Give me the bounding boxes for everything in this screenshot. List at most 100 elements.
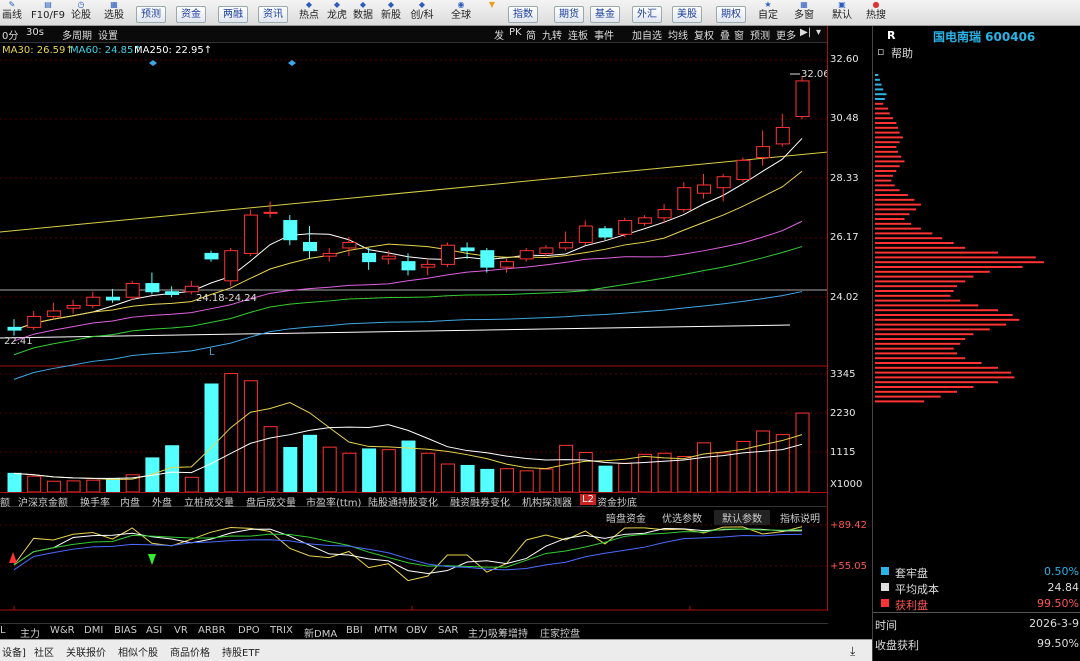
- profit-value: 99.50%: [1037, 597, 1079, 610]
- candle-body: [125, 283, 140, 298]
- tab-dealer-control[interactable]: 庄家控盘: [540, 625, 580, 640]
- candle-body: [775, 126, 790, 145]
- tab-pe-ttm[interactable]: 市盈率(ttm): [306, 494, 361, 509]
- bottom-tab-similar-stock[interactable]: 相似个股: [118, 644, 158, 659]
- trapped-swatch: [881, 567, 889, 575]
- bottom-tab-community[interactable]: 社区: [34, 644, 54, 659]
- chip-bar: [875, 357, 966, 360]
- param-tabs: 暗盘资金 优选参数 默认参数 指标说明: [0, 509, 828, 525]
- candle-body: [362, 252, 377, 263]
- tab-dark-capital[interactable]: 暗盘资金: [606, 510, 646, 525]
- tab-accumulation[interactable]: 主力吸筹增持: [468, 625, 528, 640]
- tab-margin-change[interactable]: 融资融券变化: [450, 494, 510, 509]
- chip-bar: [875, 371, 1012, 374]
- download-icon[interactable]: ⤓: [850, 644, 855, 659]
- chip-bar: [875, 266, 1023, 268]
- tab-sh-sz-amount[interactable]: 沪深京金额: [18, 494, 68, 509]
- close-profit-label: 收盘获利: [875, 639, 919, 652]
- tab-dmi[interactable]: DMI: [84, 625, 103, 636]
- chip-bar: [875, 381, 998, 384]
- volume-bar: [342, 452, 357, 493]
- event-marker-icon: [149, 60, 157, 66]
- tab-bias[interactable]: BIAS: [114, 625, 137, 636]
- legend-profit: 获利盘 99.50%: [873, 596, 1080, 612]
- indicator-axis: +89.42 +55.05: [828, 0, 872, 610]
- tab-inner-vol[interactable]: 内盘: [120, 494, 140, 509]
- tab-bottom-fishing[interactable]: 资金抄底: [597, 494, 637, 509]
- legend-avg-cost: 平均成本 24.84: [873, 580, 1080, 596]
- tab-asi[interactable]: ASI: [146, 625, 162, 636]
- chip-bar: [875, 352, 957, 355]
- volume-bar: [697, 442, 711, 493]
- tab-default-params[interactable]: 默认参数: [714, 510, 770, 525]
- close-profit-value: 99.50%: [1037, 637, 1079, 650]
- chip-bar: [875, 285, 957, 288]
- chip-bar: [875, 189, 900, 192]
- tab-new-dma[interactable]: 新DMA: [304, 625, 337, 640]
- bottom-tab-etf[interactable]: 持股ETF: [222, 644, 260, 659]
- tab-institution[interactable]: 机构探测器: [522, 494, 572, 509]
- chip-bar: [875, 390, 957, 393]
- tab-preferred-params[interactable]: 优选参数: [662, 510, 702, 525]
- volume-bar: [27, 475, 42, 493]
- candle-body: [106, 296, 120, 301]
- candle-body: [86, 296, 101, 306]
- tab-vr[interactable]: VR: [174, 625, 188, 636]
- candle-body: [381, 255, 396, 260]
- tab-dpo[interactable]: DPO: [238, 625, 260, 636]
- candle-body: [677, 187, 692, 211]
- tab-mtm[interactable]: MTM: [374, 625, 397, 636]
- chip-bar: [875, 347, 954, 350]
- tab-outer-vol[interactable]: 外盘: [152, 494, 172, 509]
- tab-sar[interactable]: SAR: [438, 625, 458, 636]
- buy-signal-icon: [9, 552, 17, 563]
- event-marker-icon: [288, 60, 296, 66]
- low-price-label: 22.41: [4, 336, 33, 347]
- legend-trapped: 套牢盘 0.50%: [873, 564, 1080, 580]
- chip-bar: [875, 141, 900, 144]
- bottom-tab-commodity[interactable]: 商品价格: [170, 644, 210, 659]
- tab-after-volume[interactable]: 盘后成交量: [246, 494, 296, 509]
- chip-bar: [875, 333, 974, 336]
- chip-bar: [875, 107, 889, 110]
- chip-bar: [875, 150, 898, 153]
- chip-bar: [875, 131, 900, 134]
- time-value: 2026-3-9: [1029, 617, 1079, 630]
- time-row: 时间 2026-3-9: [873, 613, 1080, 633]
- tab-indicator-help[interactable]: 指标说明: [780, 510, 820, 525]
- tab-trix[interactable]: TRIX: [270, 625, 293, 636]
- tab-obv[interactable]: OBV: [406, 625, 427, 636]
- tab-bbi[interactable]: BBI: [346, 625, 363, 636]
- chip-bar: [875, 98, 885, 100]
- candle-body: [303, 241, 317, 252]
- candle-body: [165, 291, 180, 295]
- candle-body: [66, 304, 81, 309]
- candle-body: [578, 225, 593, 243]
- technical-tabs: L 主力 W&R DMI BIAS ASI VR ARBR DPO TRIX 新…: [0, 623, 828, 640]
- tab-pile-volume[interactable]: 立桩成交量: [184, 494, 234, 509]
- help-icon[interactable]: ▫: [877, 45, 884, 58]
- bottom-tab-device[interactable]: 设备]: [2, 644, 26, 659]
- volume-bar: [657, 452, 672, 493]
- tab-amount[interactable]: 额: [0, 494, 10, 509]
- chip-bar: [875, 309, 998, 312]
- volume-bar: [46, 480, 61, 493]
- ma5-line: [13, 138, 803, 331]
- tab-turnover[interactable]: 换手率: [80, 494, 110, 509]
- chip-bar: [875, 165, 900, 168]
- chip-bar: [875, 146, 897, 148]
- tab-main-force[interactable]: 主力: [20, 625, 40, 640]
- bottom-tab-related-quote[interactable]: 关联报价: [66, 644, 106, 659]
- chip-bar: [875, 400, 925, 403]
- l-marker: L: [209, 347, 215, 358]
- candle-body: [46, 310, 61, 317]
- help-label[interactable]: 帮助: [891, 45, 913, 61]
- volume-bar: [677, 455, 692, 493]
- tab-l[interactable]: L: [0, 625, 6, 636]
- volume-bar: [66, 480, 81, 493]
- candle-body: [756, 146, 771, 159]
- tab-wr[interactable]: W&R: [50, 625, 75, 636]
- tab-northbound[interactable]: 陆股通持股变化: [368, 494, 438, 509]
- tab-arbr[interactable]: ARBR: [198, 625, 226, 636]
- volume-bar: [204, 383, 219, 493]
